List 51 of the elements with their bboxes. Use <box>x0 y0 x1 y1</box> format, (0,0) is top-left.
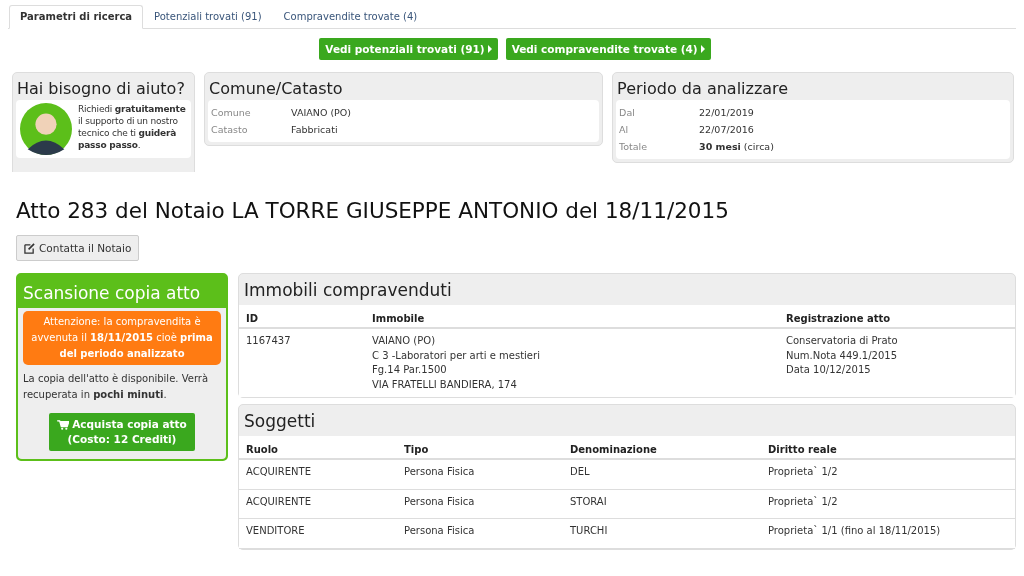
field-label: Dal <box>619 106 636 120</box>
field-label: Totale <box>619 140 649 154</box>
table-cell: DEL <box>570 466 590 477</box>
deed-title: Atto 283 del Notaio LA TORRE GIUSEPPE ANTONIO del 18/11/2015 <box>16 198 730 223</box>
table-cell: Persona Fisica <box>404 466 475 477</box>
table-cell-text: C 3 -Laboratori per arti e mestieri <box>372 348 541 363</box>
column-header: ID <box>239 305 365 328</box>
column-header: Diritto reale <box>761 436 1015 459</box>
help-text: Richiedi gratuitamente il supporto di un nostro tecnico che ti guiderà passo passo. <box>78 103 187 151</box>
table-cell: Persona Fisica <box>404 495 475 507</box>
table-cell: STORAI <box>570 495 607 507</box>
field-label: Al <box>619 123 630 137</box>
table-cell: ACQUIRENTE <box>246 466 311 477</box>
table-cell-text: Num.Nota 449.1/2015 <box>786 348 898 363</box>
table-cell-text: VAIANO (PO) <box>372 334 437 348</box>
table-cell-text: Fg.14 Par.1500 <box>372 363 448 377</box>
field-label: Catasto <box>211 123 249 137</box>
table-cell: Proprieta` 1/2 <box>768 466 838 477</box>
panel-title: Immobili compravenduti <box>243 279 453 302</box>
table-cell: Proprieta` 1/1 (fino al 18/11/2015) <box>768 525 941 536</box>
table-cell: ACQUIRENTE <box>246 495 311 507</box>
tab[interactable]: Parametri di ricerca <box>9 5 144 29</box>
tab[interactable]: Compravendite trovate (4) <box>272 5 429 29</box>
tab[interactable]: Potenziali trovati (91) <box>143 5 273 29</box>
table-cell: Proprieta` 1/2 <box>768 495 838 507</box>
field-value: 30 mesi (circa) <box>699 140 774 154</box>
panel-title: Soggetti <box>243 410 317 433</box>
column-header: Denominazione <box>563 436 761 459</box>
table-cell-text: Conservatoria di Prato <box>786 334 899 348</box>
table-cell: VENDITORE <box>246 525 305 536</box>
table-cell-text: VIA FRATELLI BANDIERA, 174 <box>372 377 518 392</box>
column-header: Registrazione atto <box>779 305 1015 328</box>
column-header: Immobile <box>365 305 779 328</box>
field-label: Comune <box>211 106 252 120</box>
field-value: Fabbricati <box>291 123 338 137</box>
table-cell: TURCHI <box>570 525 608 536</box>
warning-message: Attenzione: la compravendita è avvenuta il 18/11/2015 cioè prima del periodo analizzato <box>23 311 221 365</box>
field-value: 22/01/2019 <box>699 106 754 120</box>
card-title: Periodo da analizzare <box>616 78 790 100</box>
field-value: VAIANO (PO) <box>291 106 351 120</box>
card-title: Comune/Catasto <box>208 78 344 100</box>
field-value: 22/07/2016 <box>699 123 754 137</box>
column-header: Ruolo <box>239 436 397 459</box>
table-cell-text: 1167437 <box>246 334 292 348</box>
column-header: Tipo <box>397 436 563 459</box>
card-title: Hai bisogno di aiuto? <box>16 78 186 100</box>
table-cell: Persona Fisica <box>404 525 475 536</box>
table-cell-text: Data 10/12/2015 <box>786 363 872 377</box>
contact-button[interactable]: Contatta il Notaio <box>16 235 140 261</box>
availability-text: La copia dell'atto è disponibile. Verrà recuperata in pochi minuti. <box>23 372 210 402</box>
card-title: Scansione copia atto <box>22 282 202 305</box>
